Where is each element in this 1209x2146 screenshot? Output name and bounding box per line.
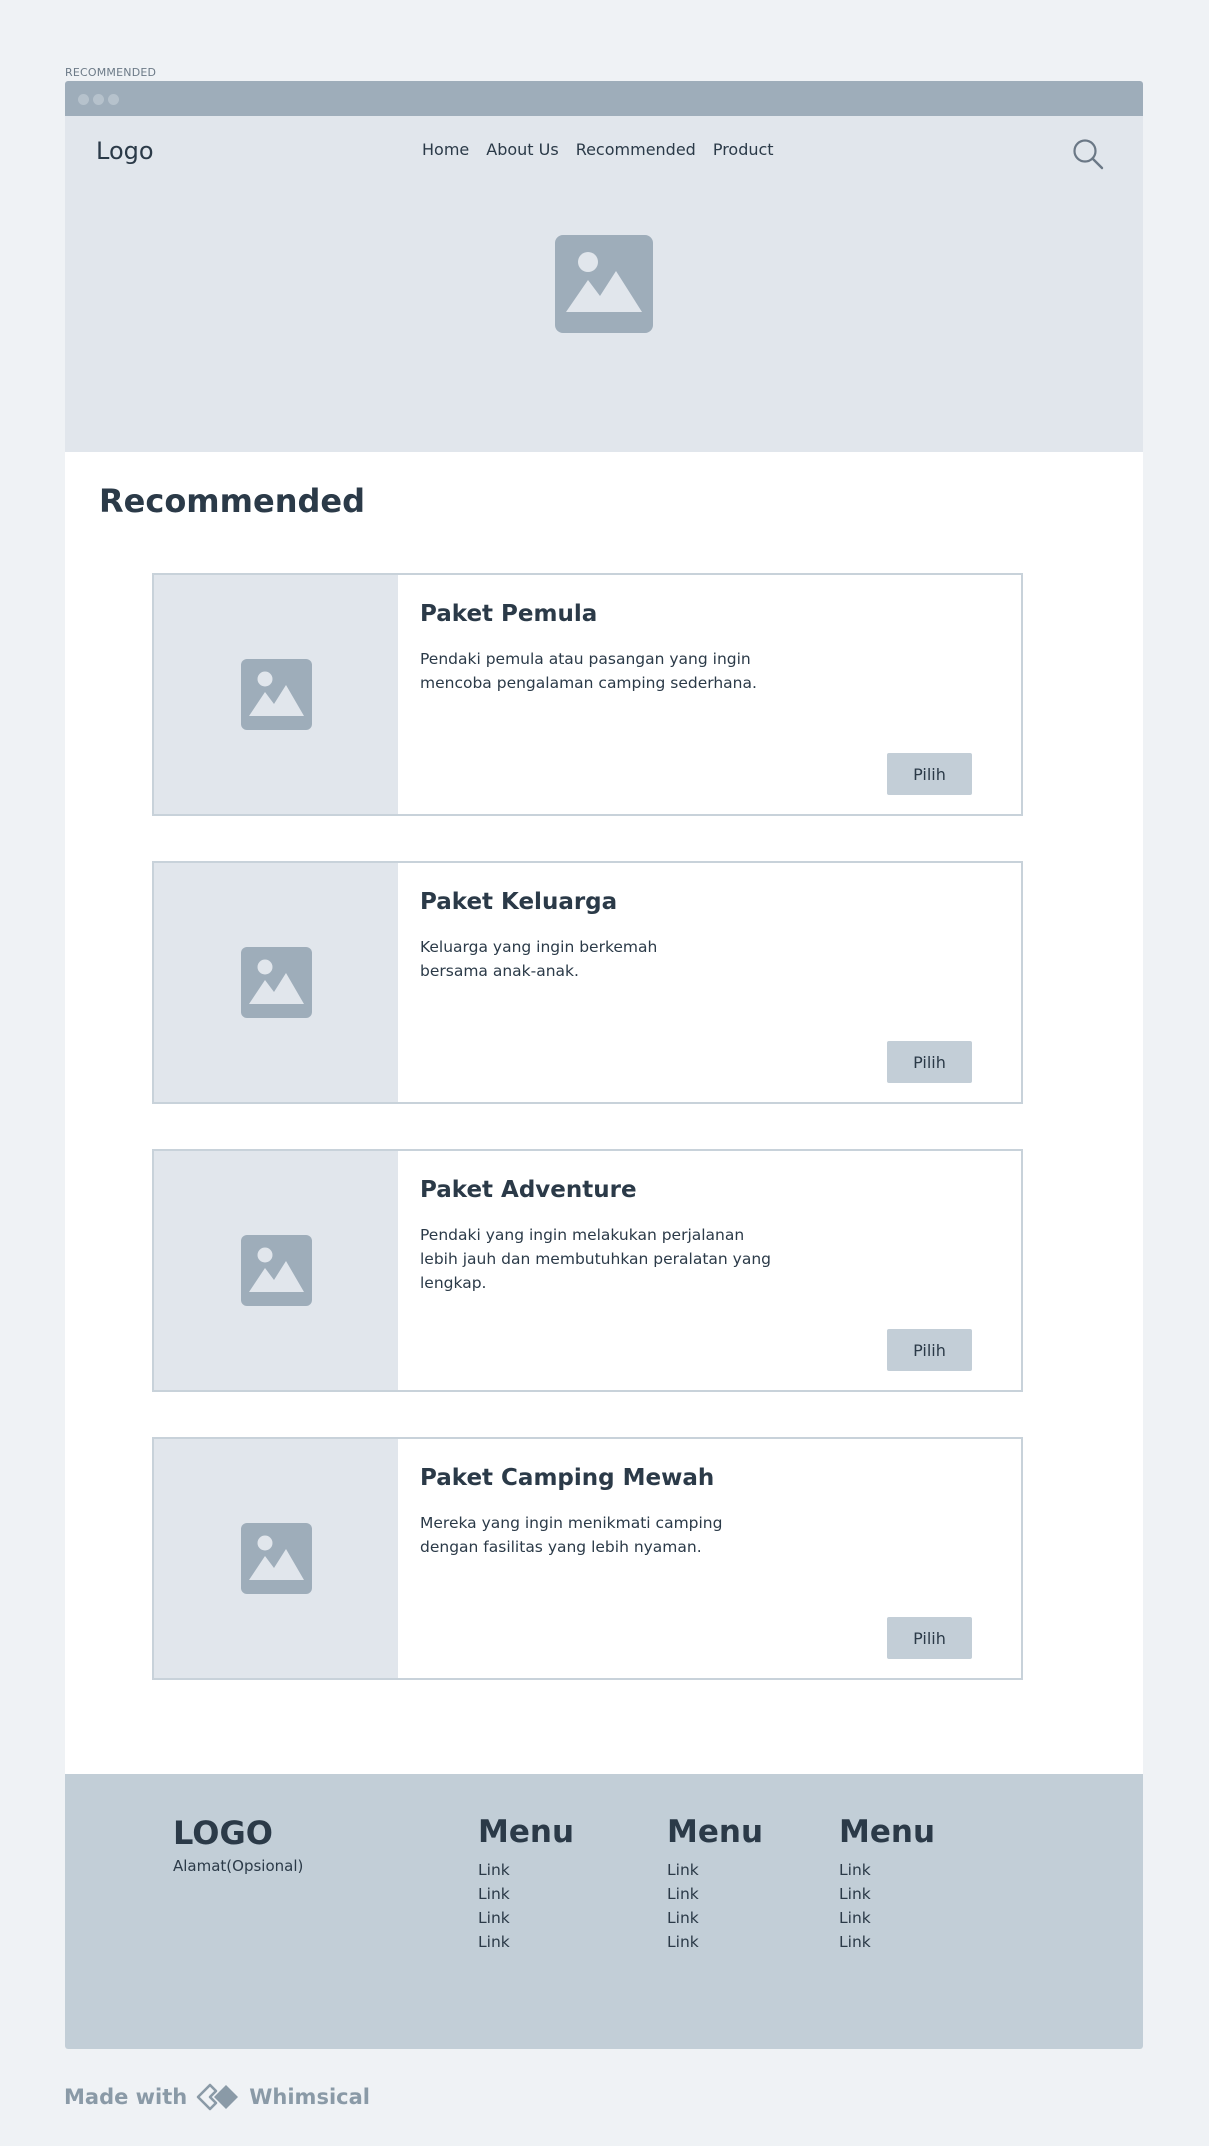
image-placeholder-icon bbox=[241, 1235, 312, 1306]
footer-address: Alamat(Opsional) bbox=[173, 1857, 304, 1875]
footer-link[interactable]: Link bbox=[839, 1882, 935, 1906]
pilih-button[interactable]: Pilih bbox=[887, 1041, 972, 1083]
image-placeholder-icon bbox=[555, 235, 653, 333]
browser-window: Logo Home About Us Recommended Product R… bbox=[65, 81, 1143, 2049]
site-footer: LOGO Alamat(Opsional) Menu Link Link Lin… bbox=[65, 1774, 1143, 2049]
footer-link[interactable]: Link bbox=[667, 1858, 763, 1882]
nav-recommended[interactable]: Recommended bbox=[576, 140, 696, 159]
search-icon[interactable] bbox=[1071, 137, 1105, 171]
site-logo[interactable]: Logo bbox=[96, 137, 154, 165]
footer-menu-title: Menu bbox=[478, 1814, 575, 1850]
footer-link[interactable]: Link bbox=[839, 1906, 935, 1930]
package-card: Paket Adventure Pendaki yang ingin melak… bbox=[152, 1149, 1023, 1392]
card-image bbox=[154, 1439, 398, 1678]
footer-link[interactable]: Link bbox=[667, 1906, 763, 1930]
nav-product[interactable]: Product bbox=[713, 140, 774, 159]
footer-logo: LOGO bbox=[173, 1814, 273, 1852]
footer-link[interactable]: Link bbox=[478, 1930, 574, 1954]
card-description: Pendaki yang ingin melakukan perjalanan … bbox=[420, 1226, 771, 1292]
main-nav: Home About Us Recommended Product bbox=[422, 140, 774, 159]
hero-header: Logo Home About Us Recommended Product bbox=[65, 116, 1143, 452]
image-placeholder-icon bbox=[241, 659, 312, 730]
image-placeholder-icon bbox=[241, 1523, 312, 1594]
window-dot bbox=[93, 94, 104, 105]
whimsical-logo-icon bbox=[196, 2083, 239, 2111]
footer-menu-column: Menu Link Link Link Link bbox=[667, 1814, 763, 1954]
image-placeholder-icon bbox=[241, 947, 312, 1018]
footer-link[interactable]: Link bbox=[839, 1858, 935, 1882]
footer-menu-title: Menu bbox=[667, 1814, 764, 1850]
footer-link[interactable]: Link bbox=[667, 1930, 763, 1954]
package-card: Paket Camping Mewah Mereka yang ingin me… bbox=[152, 1437, 1023, 1680]
footer-menu-title: Menu bbox=[839, 1814, 936, 1850]
card-image bbox=[154, 1151, 398, 1390]
nav-home[interactable]: Home bbox=[422, 140, 469, 159]
pilih-button[interactable]: Pilih bbox=[887, 1617, 972, 1659]
footer-link[interactable]: Link bbox=[667, 1882, 763, 1906]
made-with-badge[interactable]: Made with Whimsical bbox=[64, 2082, 370, 2112]
package-card: Paket Pemula Pendaki pemula atau pasanga… bbox=[152, 573, 1023, 816]
footer-menu-column: Menu Link Link Link Link bbox=[478, 1814, 574, 1954]
made-with-label: Made with bbox=[64, 2085, 188, 2109]
nav-about-us[interactable]: About Us bbox=[486, 140, 558, 159]
card-title: Paket Adventure bbox=[420, 1177, 637, 1203]
section-title: Recommended bbox=[99, 482, 365, 520]
footer-link[interactable]: Link bbox=[478, 1858, 574, 1882]
brand-name: Whimsical bbox=[249, 2085, 370, 2109]
card-title: Paket Keluarga bbox=[420, 889, 618, 915]
footer-link[interactable]: Link bbox=[478, 1906, 574, 1930]
frame-label: RECOMMENDED bbox=[65, 66, 157, 79]
card-description: Keluarga yang ingin berkemah bersama ana… bbox=[420, 938, 658, 980]
card-title: Paket Camping Mewah bbox=[420, 1465, 715, 1491]
card-image bbox=[154, 575, 398, 814]
card-description: Mereka yang ingin menikmati camping deng… bbox=[420, 1514, 723, 1556]
recommended-section: Recommended Paket Pemula Pendaki pemula … bbox=[65, 452, 1143, 1774]
footer-link[interactable]: Link bbox=[478, 1882, 574, 1906]
window-dot bbox=[108, 94, 119, 105]
card-title: Paket Pemula bbox=[420, 601, 598, 627]
pilih-button[interactable]: Pilih bbox=[887, 753, 972, 795]
card-image bbox=[154, 863, 398, 1102]
browser-chrome-bar bbox=[65, 81, 1143, 116]
package-card: Paket Keluarga Keluarga yang ingin berke… bbox=[152, 861, 1023, 1104]
footer-menu-column: Menu Link Link Link Link bbox=[839, 1814, 935, 1954]
window-dot bbox=[78, 94, 89, 105]
card-description: Pendaki pemula atau pasangan yang ingin … bbox=[420, 650, 757, 692]
pilih-button[interactable]: Pilih bbox=[887, 1329, 972, 1371]
footer-link[interactable]: Link bbox=[839, 1930, 935, 1954]
